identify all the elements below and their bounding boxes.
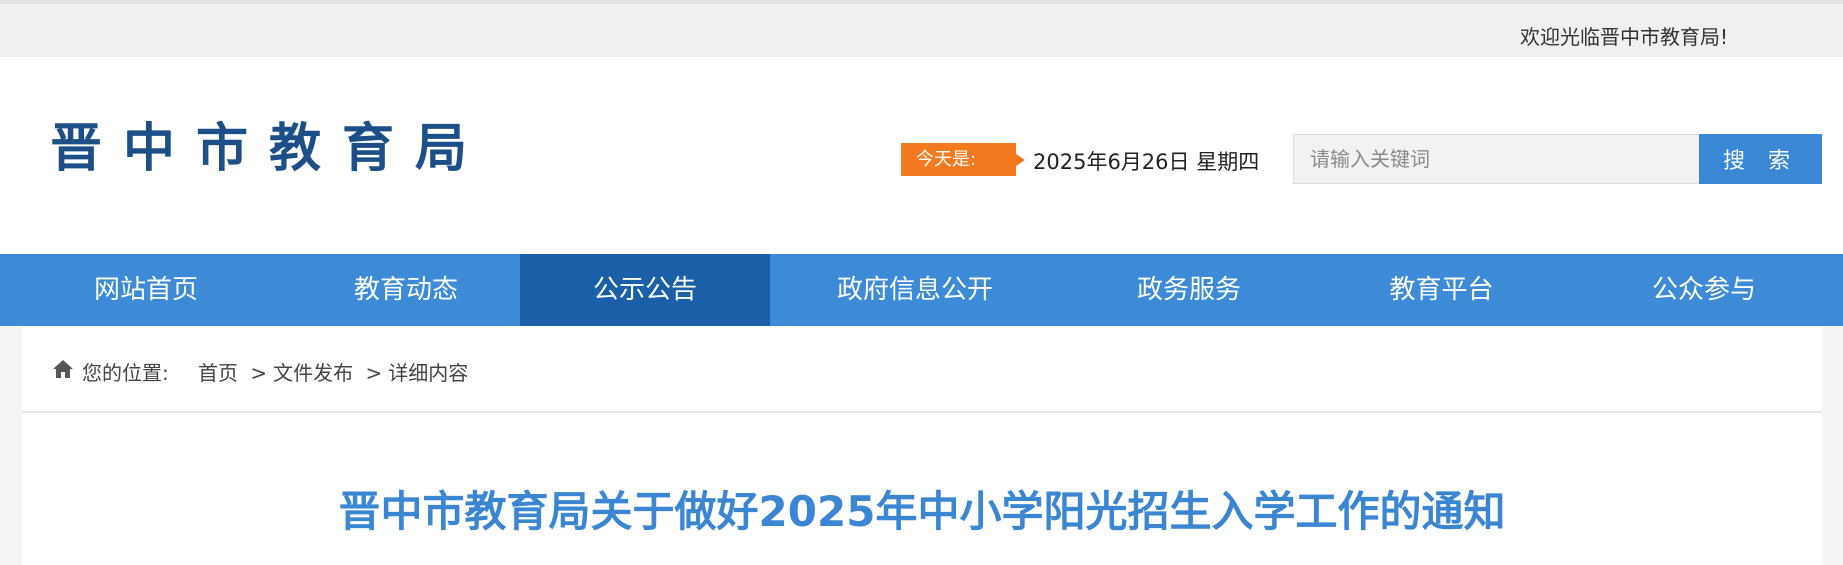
main-nav: 网站首页 教育动态 公示公告 政府信息公开 政务服务 教育平台 公众参与 <box>0 254 1843 326</box>
nav-item-gov-info[interactable]: 政府信息公开 <box>770 254 1060 326</box>
breadcrumb-label: 您的位置: <box>82 361 169 385</box>
breadcrumb-file-release-link[interactable]: 文件发布 <box>273 361 353 385</box>
nav-item-education-platform[interactable]: 教育平台 <box>1318 254 1565 326</box>
search-button[interactable]: 搜 索 <box>1699 134 1822 184</box>
date-value: 2025年6月26日 星期四 <box>1033 150 1260 174</box>
breadcrumb-separator: > <box>250 361 268 385</box>
search-input[interactable] <box>1293 134 1700 184</box>
home-icon <box>53 360 73 378</box>
article-title: 晋中市教育局关于做好2025年中小学阳光招生入学工作的通知 <box>338 487 1506 536</box>
breadcrumb-separator: > <box>365 361 383 385</box>
site-header: 晋中市教育局 今天是: 2025年6月26日 星期四 搜 索 <box>0 57 1843 254</box>
nav-item-gov-services[interactable]: 政务服务 <box>1060 254 1318 326</box>
breadcrumb-links: 首页 > 文件发布 > 详细内容 <box>198 357 468 386</box>
nav-item-public-participation[interactable]: 公众参与 <box>1565 254 1843 326</box>
welcome-text: 欢迎光临晋中市教育局! <box>1519 25 1728 49</box>
top-bar: 欢迎光临晋中市教育局! <box>0 0 1843 57</box>
breadcrumb-home-link[interactable]: 首页 <box>198 361 238 385</box>
nav-item-education-news[interactable]: 教育动态 <box>292 254 520 326</box>
nav-item-home[interactable]: 网站首页 <box>0 254 292 326</box>
nav-item-announcements[interactable]: 公示公告 <box>520 254 770 326</box>
breadcrumb-current: 详细内容 <box>388 361 469 385</box>
site-logo[interactable]: 晋中市教育局 <box>50 123 488 175</box>
breadcrumb: 您的位置: 首页 > 文件发布 > 详细内容 <box>22 326 1822 413</box>
content-panel: 您的位置: 首页 > 文件发布 > 详细内容 晋中市教育局关于做好2025年中小学阳… <box>22 326 1822 565</box>
date-label: 今天是: <box>901 143 1025 176</box>
